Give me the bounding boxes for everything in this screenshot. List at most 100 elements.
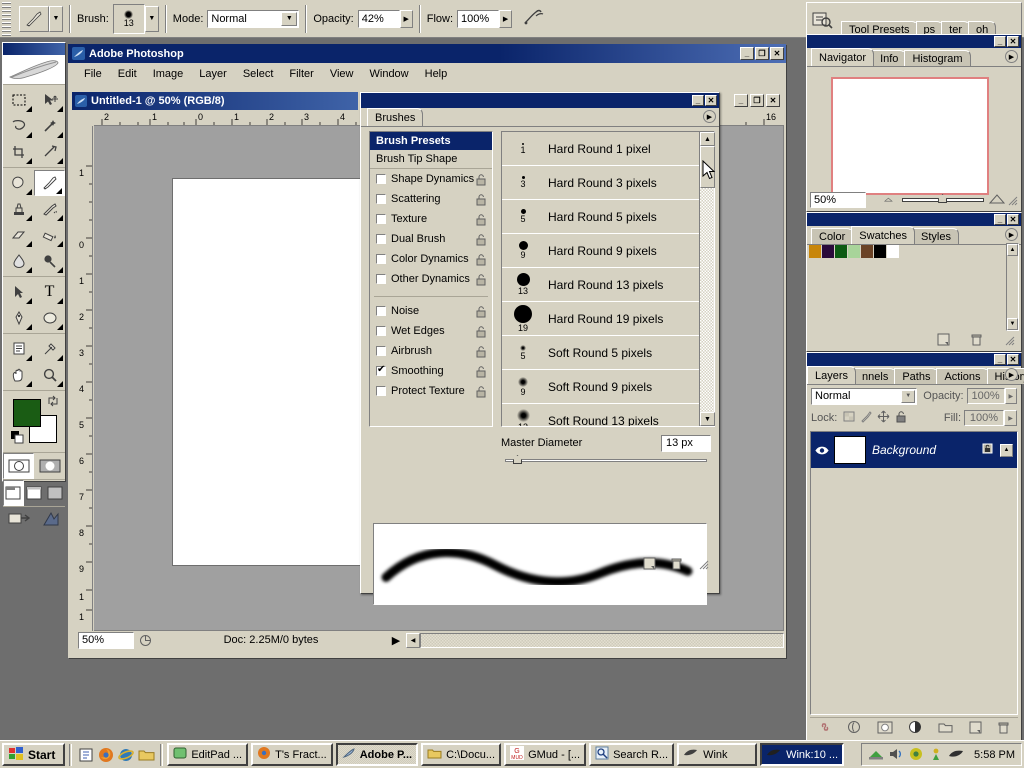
brush-list-scrollbar[interactable]: ▲ ▼ — [699, 132, 714, 426]
status-expand-icon[interactable]: ▶ — [386, 634, 406, 647]
list-item[interactable]: 19 Hard Round 19 pixels — [502, 302, 699, 336]
airbrush-icon[interactable] — [522, 7, 546, 30]
toggle-wet-edges[interactable]: Wet Edges — [370, 321, 492, 341]
color-dynamics-checkbox[interactable] — [376, 254, 386, 264]
menu-help[interactable]: Help — [417, 66, 456, 82]
list-item[interactable]: 5 Hard Round 5 pixels — [502, 200, 699, 234]
lock-icon[interactable] — [475, 365, 488, 378]
scrollbar-thumb[interactable] — [700, 146, 715, 188]
photoshop-titlebar[interactable]: Adobe Photoshop _ ❒ ✕ — [68, 44, 786, 63]
swap-colors-icon[interactable] — [47, 395, 59, 410]
taskbar-item-gmud[interactable]: GMUD GMud - [... — [504, 743, 586, 766]
notes-tool[interactable] — [3, 336, 34, 362]
eraser-tool[interactable] — [3, 222, 34, 248]
swatch-item[interactable] — [874, 245, 887, 258]
lock-icon[interactable] — [475, 233, 488, 246]
preview-options-icon[interactable] — [134, 632, 156, 649]
swatches-menu-icon[interactable]: ▶ — [1005, 228, 1018, 241]
lock-paint-icon[interactable] — [860, 410, 873, 426]
tab-channels[interactable]: nnels — [854, 368, 896, 384]
doc-close-button[interactable]: ✕ — [766, 94, 780, 107]
swatch-item[interactable] — [835, 245, 848, 258]
layer-list[interactable]: Background ▲ — [810, 431, 1018, 715]
tool-preset-dropdown[interactable]: ▼ — [49, 6, 63, 32]
taskbar-item-search[interactable]: Search R... — [589, 743, 674, 766]
healing-brush-tool[interactable] — [3, 170, 34, 196]
brushes-palette-titlebar[interactable]: _ ✕ — [361, 93, 719, 108]
taskbar-item-wink-recording[interactable]: Wink:10 ... — [760, 743, 844, 766]
move-tool[interactable] — [34, 87, 65, 113]
lock-icon[interactable] — [475, 305, 488, 318]
brush-tool[interactable] — [34, 170, 65, 196]
horizontal-scrollbar[interactable] — [420, 633, 784, 648]
swatches-minimize-button[interactable]: _ — [994, 214, 1006, 225]
brush-presets-header[interactable]: Brush Presets — [370, 132, 492, 150]
layer-style-icon[interactable] — [847, 720, 861, 737]
taskbar-item-explorer[interactable]: C:\Docu... — [421, 743, 501, 766]
tab-styles[interactable]: Styles — [913, 228, 959, 244]
foreground-color-swatch[interactable] — [13, 399, 41, 427]
blur-tool[interactable] — [3, 248, 34, 274]
layer-thumbnail[interactable] — [834, 436, 866, 464]
option-scattering[interactable]: Scattering — [370, 189, 492, 209]
document-canvas[interactable] — [172, 178, 362, 566]
option-dual-brush[interactable]: Dual Brush — [370, 229, 492, 249]
toggle-smoothing[interactable]: Smoothing — [370, 361, 492, 381]
imageready-icon[interactable] — [41, 510, 61, 531]
noise-checkbox[interactable] — [376, 306, 386, 316]
tab-swatches[interactable]: Swatches — [851, 226, 915, 244]
link-layers-icon[interactable] — [818, 721, 832, 736]
list-item[interactable]: 13 Soft Round 13 pixels — [502, 404, 699, 426]
dodge-tool[interactable] — [34, 248, 65, 274]
start-button[interactable]: Start — [2, 743, 65, 766]
eyedropper-tool[interactable] — [34, 336, 65, 362]
navigator-close-button[interactable]: ✕ — [1007, 36, 1019, 47]
update-icon[interactable] — [928, 747, 944, 763]
slider-thumb[interactable] — [513, 455, 522, 464]
current-tool-button[interactable] — [19, 6, 49, 32]
scroll-up-button[interactable]: ▲ — [700, 132, 715, 146]
minimize-button[interactable]: _ — [740, 47, 754, 60]
lock-icon[interactable] — [475, 325, 488, 338]
brush-tip-shape-header[interactable]: Brush Tip Shape — [370, 150, 492, 169]
jump-to-imageready-icon[interactable] — [8, 510, 32, 531]
zoom-out-icon[interactable] — [880, 194, 898, 207]
lock-icon[interactable] — [475, 173, 488, 186]
tab-histogram[interactable]: Histogram — [904, 50, 970, 66]
lock-icon[interactable] — [475, 273, 488, 286]
master-diameter-slider[interactable] — [505, 455, 707, 465]
history-brush-tool[interactable] — [34, 196, 65, 222]
fill-value[interactable]: 100% — [964, 410, 1004, 426]
layers-minimize-button[interactable]: _ — [994, 354, 1006, 365]
menu-layer[interactable]: Layer — [191, 66, 235, 82]
layer-mask-icon[interactable] — [877, 721, 893, 737]
lock-all-icon[interactable] — [894, 410, 907, 426]
options-bar-grip[interactable] — [2, 2, 11, 36]
swatch-item[interactable] — [848, 245, 861, 258]
master-diameter-input[interactable]: 13 px — [661, 435, 711, 452]
tab-info[interactable]: Info — [872, 50, 906, 66]
list-item[interactable]: 1 Hard Round 1 pixel — [502, 132, 699, 166]
menu-file[interactable]: File — [76, 66, 110, 82]
layers-menu-icon[interactable]: ▶ — [1005, 368, 1018, 381]
menu-view[interactable]: View — [322, 66, 362, 82]
layer-visibility-icon[interactable] — [814, 445, 830, 456]
list-item[interactable]: 13 Hard Round 13 pixels — [502, 268, 699, 302]
swatches-scroll-up[interactable]: ▲ — [1007, 244, 1018, 256]
protect-texture-checkbox[interactable] — [376, 386, 386, 396]
navigator-thumbnail[interactable] — [831, 77, 989, 195]
layer-blend-mode-select[interactable]: Normal ▼ — [811, 388, 917, 405]
option-shape-dynamics[interactable]: Shape Dynamics — [370, 169, 492, 189]
option-texture[interactable]: Texture — [370, 209, 492, 229]
menu-filter[interactable]: Filter — [281, 66, 321, 82]
tab-layers[interactable]: Layers — [807, 366, 856, 384]
quick-mask-mode-icon[interactable] — [34, 453, 65, 479]
list-item[interactable]: 5 Soft Round 5 pixels — [502, 336, 699, 370]
toggle-noise[interactable]: Noise — [370, 301, 492, 321]
swatch-grid[interactable] — [809, 245, 900, 258]
delete-brush-icon[interactable] — [670, 557, 683, 573]
taskbar-clock[interactable]: 5:58 PM — [974, 749, 1015, 761]
brushes-close-button[interactable]: ✕ — [705, 95, 717, 106]
nvidia-icon[interactable] — [908, 747, 924, 763]
fill-slider-button[interactable]: ▶ — [1004, 410, 1017, 426]
